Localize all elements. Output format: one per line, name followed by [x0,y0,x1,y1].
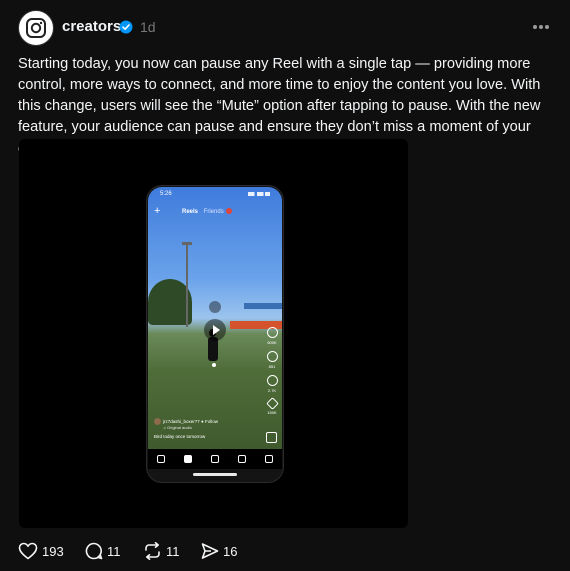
heart-icon [18,542,38,560]
tab-friends: Friends [203,209,224,215]
dot-icon [539,25,543,29]
reel-tabs: Reels Friends [182,208,233,215]
author-audio: ♫ Original audio [163,425,192,430]
phone-mockup: 5:26 + Reels Friends 600K 851 2.7K 150K … [146,185,284,483]
plus-icon: + [154,205,161,217]
profile-icon [264,455,273,463]
send-icon [210,455,219,463]
repost-count: 11 [166,543,180,559]
reel-screen: 5:26 + Reels Friends 600K 851 2.7K 150K … [148,187,282,449]
repost-button[interactable]: 11 [143,542,180,560]
comment-button[interactable]: 11 [85,542,121,560]
reel-description: Bird today once tomorrow [154,434,206,439]
soccer-ball [212,363,216,367]
dot-icon [533,25,537,29]
profile-avatar[interactable] [18,10,54,46]
repost-count: 2.7K [267,388,277,393]
more-options-button[interactable] [533,17,549,37]
send-icon [265,397,279,410]
post-timestamp: 1d [140,19,156,35]
light-pole [186,243,188,327]
heart-icon [266,327,278,338]
share-button[interactable]: 16 [201,542,237,560]
comment-count: 851 [268,364,276,369]
like-button[interactable]: 193 [18,542,64,560]
reel-side-actions: 600K 851 2.7K 150K [265,327,279,421]
share-count: 16 [223,543,238,559]
friends-avatar-icon [226,208,233,214]
play-icon [204,319,226,341]
share-count: 150K [267,410,277,415]
canopy-shape [244,303,282,309]
comment-icon [85,542,103,560]
post-username[interactable]: creators [62,18,121,35]
home-icon [157,455,166,463]
tab-reels: Reels [182,209,199,215]
reels-icon [184,455,193,463]
like-count: 193 [42,543,64,559]
status-bar-time: 5:26 [160,191,172,197]
author-handle: jrz7dashi_boxer77 ● Follow [163,419,218,424]
like-count: 600K [267,340,277,345]
phone-nav-bar [148,449,282,469]
reel-author: jrz7dashi_boxer77 ● Follow ♫ Original au… [154,418,218,430]
repost-icon [266,375,278,386]
instagram-logo-icon [26,18,46,38]
post-video[interactable]: 5:26 + Reels Friends 600K 851 2.7K 150K … [19,139,408,528]
status-bar-icons [248,192,270,196]
repost-icon [145,542,160,560]
dot-icon [545,25,549,29]
comment-icon [266,351,278,362]
mute-icon [209,301,221,313]
author-avatar [154,418,161,425]
home-indicator [193,473,237,476]
audio-thumbnail-icon [266,432,277,443]
verified-badge-icon [119,20,133,34]
search-icon [237,455,246,463]
comment-count: 11 [107,543,121,559]
send-icon [201,543,219,559]
